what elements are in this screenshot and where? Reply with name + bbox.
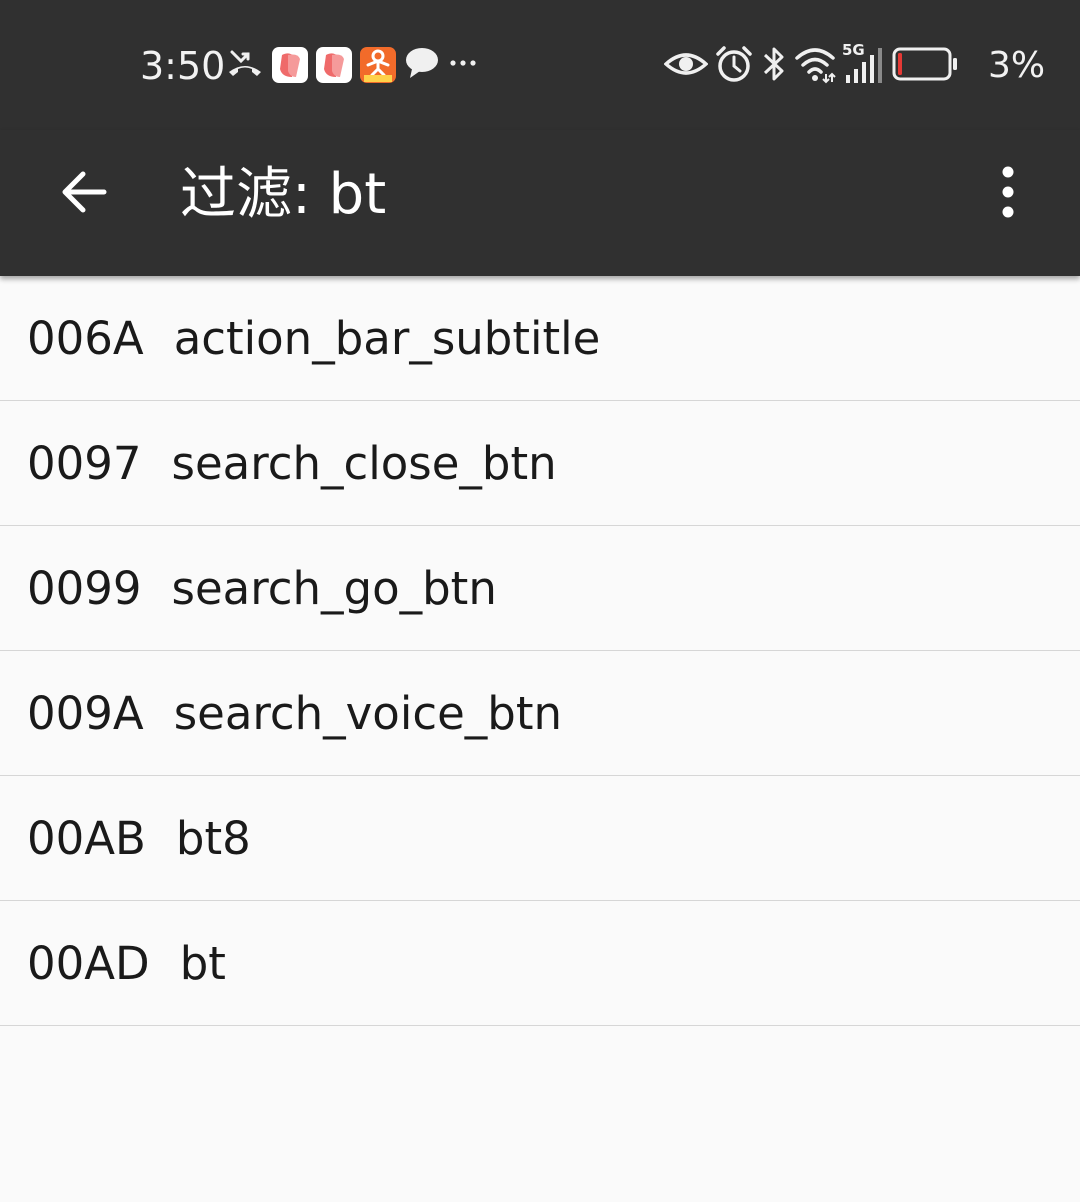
more-vert-icon — [1002, 166, 1014, 218]
list-item[interactable]: 00AB bt8 — [0, 776, 1080, 901]
arrow-left-icon — [62, 171, 107, 213]
resource-name: search_go_btn — [171, 561, 497, 615]
resource-name: bt8 — [175, 811, 251, 865]
more-dots-icon — [448, 45, 478, 85]
signal-icon: 5G — [842, 42, 886, 86]
list-item[interactable]: 009A search_voice_btn — [0, 651, 1080, 776]
page-title: 过滤: bt — [180, 162, 387, 227]
alarm-icon — [714, 44, 754, 88]
resource-id: 006A — [27, 311, 144, 365]
bluetooth-icon — [760, 44, 788, 88]
wifi-icon — [794, 44, 836, 88]
chat-bubble-icon — [404, 45, 440, 85]
status-bar: 3:50 5G 3% — [0, 0, 1080, 130]
status-time: 3:50 — [140, 44, 226, 88]
resource-id: 0097 — [27, 436, 142, 490]
list-item[interactable]: 006A action_bar_subtitle — [0, 276, 1080, 401]
system-icons: 5G — [663, 42, 964, 88]
resource-id: 0099 — [27, 561, 142, 615]
resource-name: search_close_btn — [171, 436, 557, 490]
notification-icons — [226, 46, 486, 84]
app-notification-icon — [316, 47, 352, 83]
resource-name: search_voice_btn — [173, 686, 562, 740]
app-notification-icon — [272, 47, 308, 83]
list-item[interactable]: 0097 search_close_btn — [0, 401, 1080, 526]
battery-percent: 3% — [988, 45, 1046, 86]
list-item[interactable]: 00AD bt — [0, 901, 1080, 1026]
result-list: 006A action_bar_subtitle 0097 search_clo… — [0, 276, 1080, 1026]
missed-call-icon — [226, 44, 264, 86]
resource-id: 009A — [27, 686, 144, 740]
list-item[interactable]: 0099 search_go_btn — [0, 526, 1080, 651]
overflow-menu-button[interactable] — [976, 152, 1040, 232]
resource-id: 00AD — [27, 936, 150, 990]
battery-icon — [892, 44, 958, 88]
resource-name: action_bar_subtitle — [173, 311, 601, 365]
resource-id: 00AB — [27, 811, 146, 865]
toolbar: 过滤: bt — [0, 130, 1080, 276]
back-button[interactable] — [44, 152, 124, 232]
eye-icon — [663, 44, 709, 88]
app-notification-icon — [360, 47, 396, 83]
resource-name: bt — [179, 936, 226, 990]
